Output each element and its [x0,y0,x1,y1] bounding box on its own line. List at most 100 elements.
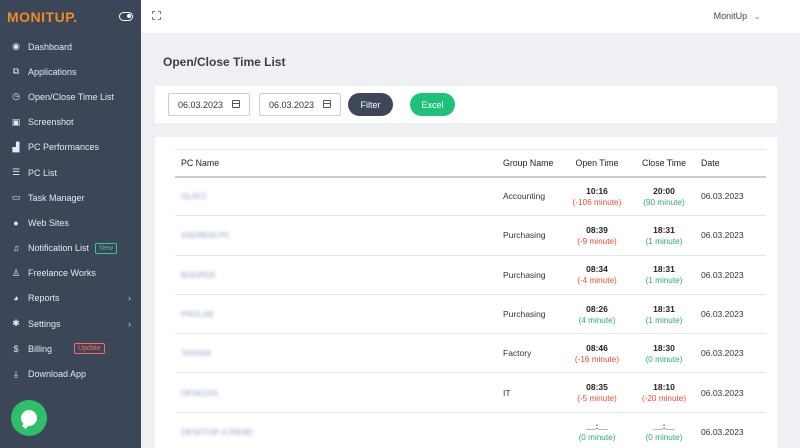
close-time-diff: (1 minute) [645,236,683,246]
open-time-cell: 08:39 (-9 minute) [561,215,633,256]
sidebar-item-11[interactable]: ✱ Settings › [0,311,141,336]
open-time: 08:46 [586,342,608,353]
open-time: 10:16 [586,185,608,196]
group-name-cell [497,412,561,448]
user-menu[interactable]: MonitUp ⌄ [714,11,760,21]
user-name: MonitUp [713,11,748,21]
pc-name-cell: DESKTOP-A7RE8D [175,412,497,448]
group-name-cell: Purchasing [497,294,561,335]
header-open-time[interactable]: Open Time [561,149,633,178]
header-pc-name[interactable]: PC Name [175,149,497,178]
table-row[interactable]: DESKOOL IT 08:35 (-5 minute) 18:10 (-20 minut… [175,372,766,413]
excel-button[interactable]: Excel [410,93,455,116]
close-time: 18:30 [653,342,675,353]
sidebar: MONITUP. ◉ Dashboard ⧉ Applications ◷ Open/Cl… [0,0,141,448]
camera-icon: ▣ [11,116,21,127]
download-icon: ⤓ [14,368,18,379]
date-cell: 06.03.2023 [695,412,766,448]
fullscreen-icon[interactable] [152,11,161,20]
pc-name[interactable]: DESKOOL [181,389,220,398]
close-time: 18:31 [653,224,675,235]
close-time: 18:31 [653,264,675,275]
end-date-input[interactable]: 06.03.2023 [259,93,341,116]
chevron-right-icon: › [128,293,131,304]
pc-name[interactable]: BOOPER [181,271,215,280]
open-time-diff: (4 minute) [578,315,616,325]
sidebar-item-4[interactable]: ▟ PC Performances [0,135,141,160]
close-time-cell: __:__ (0 minute) [633,412,695,448]
header-close-time[interactable]: Close Time [633,149,695,178]
sidebar-item-label: Reports [28,293,60,304]
table-row[interactable]: OLAF2 Accounting 10:16 (-106 minute) 20:00 (9… [175,176,766,217]
open-time-diff: (0 minute) [578,433,616,443]
filter-button[interactable]: Filter [348,93,393,116]
sidebar-item-label: Web Sites [28,217,69,228]
sidebar-item-9[interactable]: ♙ Freelance Works [0,261,141,286]
filter-card: 06.03.2023 06.03.2023 Filter Excel [155,86,777,123]
sidebar-item-0[interactable]: ◉ Dashboard [0,34,141,59]
open-time-cell: 08:26 (4 minute) [561,294,633,335]
sidebar-item-13[interactable]: ⤓ Download App [0,361,141,386]
table-row[interactable]: TAYANA Factory 08:46 (-16 minute) 18:30 (0 mi… [175,333,766,374]
close-time-diff: (-20 minute) [641,394,687,404]
page-title: Open/Close Time List [163,55,286,69]
pc-name[interactable]: TAYANA [181,349,211,358]
pc-name-cell: DESKOOL [175,372,497,413]
pc-name[interactable]: OLAF2 [181,192,206,201]
pie-chart-icon: ◕ [13,293,19,304]
open-time-cell: 08:35 (-5 minute) [561,372,633,413]
clock-icon: ◷ [12,91,20,102]
table-card: PC Name Group Name Open Time Close Time … [155,137,777,448]
sidebar-item-8[interactable]: ♫ Notification List New [0,236,141,261]
close-time: __:__ [653,421,675,432]
brand-logo[interactable]: MONITUP. [7,9,78,25]
start-date-input[interactable]: 06.03.2023 [168,93,250,116]
sidebar-toggle-icon[interactable] [119,12,133,21]
close-time-cell: 18:31 (1 minute) [633,294,695,335]
table-row[interactable]: DESKTOP-A7RE8D __:__ (0 minute) __:__ (0 min… [175,412,766,448]
sidebar-item-6[interactable]: ▭ Task Manager [0,185,141,210]
close-time-diff: (0 minute) [645,433,683,443]
close-time-cell: 18:30 (0 minute) [633,333,695,374]
globe-icon: ● [13,217,19,228]
gear-icon: ✱ [12,318,20,329]
table-row[interactable]: BOOPER Purchasing 08:34 (-4 minute) 18:31 (1 … [175,255,766,295]
header-group-name[interactable]: Group Name [497,149,561,178]
list-icon: ☰ [11,167,21,178]
calendar-icon[interactable] [323,100,331,108]
close-time-diff: (90 minute) [643,197,685,207]
user-icon: ♙ [11,267,21,278]
sidebar-item-5[interactable]: ☰ PC List [0,160,141,185]
sidebar-item-label: Task Manager [28,192,85,203]
sidebar-item-12[interactable]: $ Billing Update [0,336,141,361]
close-time: 18:10 [653,382,675,393]
pc-name[interactable]: DESKTOP-A7RE8D [181,428,253,437]
header-date[interactable]: Date [695,149,766,178]
pc-name[interactable]: ANDREW-PC [181,231,230,240]
calendar-icon[interactable] [232,100,240,108]
pc-name-cell: OLAF2 [175,176,497,217]
chat-button[interactable] [11,400,47,436]
sidebar-item-label: Screenshot [28,117,74,128]
open-time: __:__ [586,421,608,432]
date-cell: 06.03.2023 [695,255,766,295]
pc-name-cell: ANDREW-PC [175,215,497,256]
open-time: 08:35 [586,382,608,393]
open-time-cell: __:__ (0 minute) [561,412,633,448]
pc-name[interactable]: PROLAB [181,310,213,319]
close-time: 18:31 [653,303,675,314]
open-time-cell: 08:46 (-16 minute) [561,333,633,374]
sidebar-item-label: Open/Close Time List [28,91,115,102]
group-name-cell: Purchasing [497,255,561,295]
sidebar-item-label: Settings [28,318,61,329]
table-row[interactable]: ANDREW-PC Purchasing 08:39 (-9 minute) 18:31… [175,215,766,256]
table-row[interactable]: PROLAB Purchasing 08:26 (4 minute) 18:31 (1 m… [175,294,766,335]
open-time-diff: (-4 minute) [577,276,617,286]
pc-name-cell: BOOPER [175,255,497,295]
sidebar-item-7[interactable]: ● Web Sites [0,210,141,235]
close-time-cell: 18:10 (-20 minute) [633,372,695,413]
sidebar-item-2[interactable]: ◷ Open/Close Time List [0,84,141,109]
sidebar-item-1[interactable]: ⧉ Applications [0,59,141,84]
sidebar-item-10[interactable]: ◕ Reports › [0,286,141,311]
sidebar-item-3[interactable]: ▣ Screenshot [0,110,141,135]
